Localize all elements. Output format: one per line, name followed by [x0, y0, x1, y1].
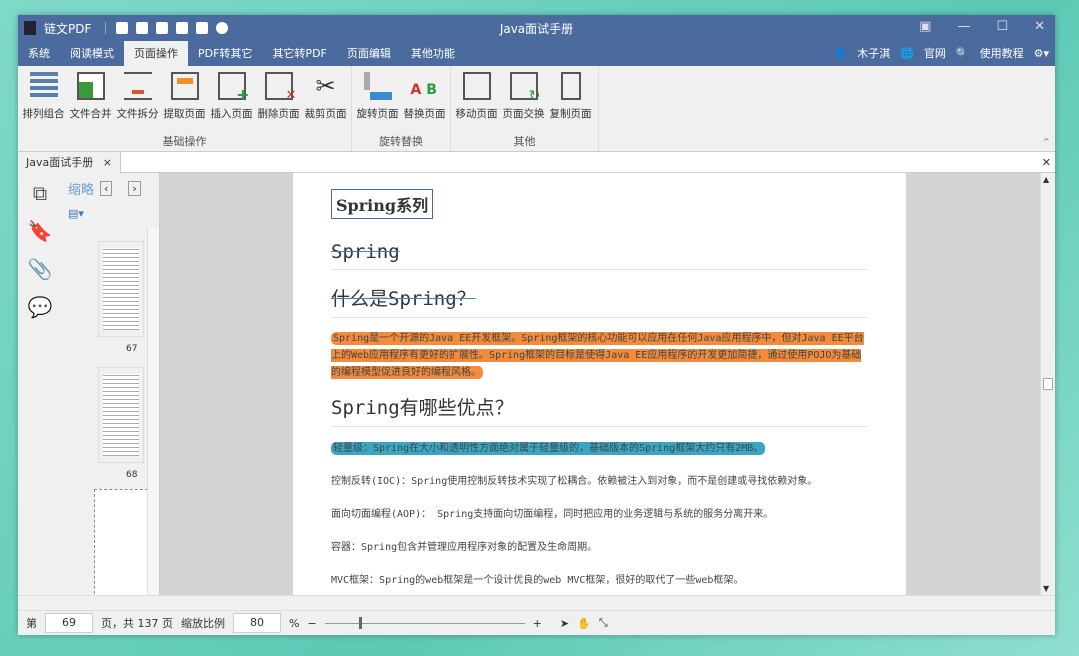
- title-bar: 链文PDF Java面试手册 ▣—☐✕: [18, 15, 1055, 41]
- panel-title: 缩略: [68, 179, 94, 198]
- arrange-icon: [30, 72, 58, 100]
- app-window: 链文PDF Java面试手册 ▣—☐✕ 系统 阅读模式 页面操作 PDF转其它 …: [18, 15, 1055, 635]
- list-item: 容器：Spring包含并管理应用程序对象的配置及生命周期。: [331, 538, 868, 553]
- heading-what-is-spring: 什么是Spring？: [331, 284, 868, 318]
- rotate-icon: [364, 72, 392, 100]
- highlighted-item: 轻量级：Spring在大小和透明性方面绝对属于轻量级的，基础版本的Spring框…: [331, 442, 765, 455]
- boxed-title: Spring系列: [331, 189, 433, 219]
- settings-gear-icon[interactable]: ⚙▾: [1034, 47, 1049, 60]
- tutorial-link[interactable]: 使用教程: [980, 45, 1024, 61]
- tab-pdf-to-other[interactable]: PDF转其它: [188, 41, 262, 66]
- thumbnail-page[interactable]: [98, 241, 144, 337]
- app-name: 链文PDF: [44, 20, 91, 37]
- save-as-icon[interactable]: [156, 22, 168, 34]
- page-number-input[interactable]: 69: [45, 613, 93, 633]
- website-icon: 🌐: [900, 47, 914, 60]
- close-tab-icon[interactable]: ×: [103, 156, 112, 169]
- document-view: Spring系列 Spring 什么是Spring？ Spring是一个开源的J…: [160, 173, 1040, 595]
- thumb-page-number: 67: [126, 344, 137, 354]
- user-icon: 👤: [834, 47, 848, 60]
- collapse-ribbon-icon[interactable]: ⌃: [1042, 136, 1051, 149]
- tab-other-functions[interactable]: 其他功能: [401, 41, 465, 66]
- swap-page-icon: ↻: [510, 72, 538, 100]
- list-item: MVC框架：Spring的web框架是一个设计优良的web MVC框架，很好的取…: [331, 571, 868, 586]
- page-prefix: 第: [26, 615, 37, 631]
- close-icon[interactable]: ✕: [1034, 19, 1045, 34]
- user-name[interactable]: 木子淇: [857, 45, 890, 61]
- menu-bar: 系统 阅读模式 页面操作 PDF转其它 其它转PDF 页面编辑 其他功能 👤 木子…: [18, 41, 1055, 66]
- open-icon[interactable]: [116, 22, 128, 34]
- hand-tool-icon[interactable]: ✋: [577, 617, 591, 630]
- close-all-icon[interactable]: ✕: [1042, 156, 1051, 169]
- tab-read-mode[interactable]: 阅读模式: [60, 41, 124, 66]
- thumbnail-page-current[interactable]: [94, 489, 148, 599]
- zoom-out-button[interactable]: −: [307, 617, 316, 630]
- app-logo-icon: [24, 21, 36, 35]
- bookmark-icon[interactable]: 🔖: [28, 219, 53, 243]
- open-folder-icon[interactable]: [136, 22, 148, 34]
- zoom-input[interactable]: 80: [233, 613, 281, 633]
- view-options-icon[interactable]: ▤▾: [68, 207, 84, 220]
- extract-icon: [171, 72, 199, 100]
- delete-icon: ✕: [265, 72, 293, 100]
- next-panel-button[interactable]: ›: [128, 181, 140, 196]
- save-icon[interactable]: [176, 22, 188, 34]
- left-toolbar: ⧉ 🔖 📎 💬: [18, 173, 62, 595]
- thumb-scrollbar[interactable]: [147, 227, 159, 595]
- select-cursor-icon[interactable]: ➤: [560, 617, 569, 630]
- thumbnail-panel: 缩略 ‹ › ▤▾ 67 68: [62, 173, 160, 595]
- prev-panel-button[interactable]: ‹: [100, 181, 112, 196]
- restore-icon[interactable]: ▣: [919, 19, 931, 34]
- horizontal-scrollbar[interactable]: [18, 595, 1055, 610]
- highlighted-paragraph: Spring是一个开源的Java EE开发框架。Spring框架的核心功能可以应…: [331, 332, 864, 379]
- vertical-scrollbar[interactable]: ▲ ▼: [1040, 173, 1055, 595]
- page-total: 页，共 137 页: [101, 615, 173, 631]
- group-other: 移动页面 ↻页面交换 复制页面 其他: [451, 66, 599, 151]
- thumbnail-page[interactable]: [98, 367, 144, 463]
- group-rotate: 旋转页面 A B替换页面 旋转替换: [352, 66, 451, 151]
- list-item: 控制反转(IOC)：Spring使用控制反转技术实现了松耦合。依赖被注入到对象，…: [331, 472, 868, 487]
- copy-page-icon: [561, 72, 581, 100]
- insert-icon: +: [218, 72, 246, 100]
- list-item: 面向切面编程(AOP)： Spring支持面向切面编程，同时把应用的业务逻辑与系…: [331, 505, 868, 520]
- move-page-icon: [463, 72, 491, 100]
- zoom-icon[interactable]: [216, 22, 228, 34]
- scroll-thumb[interactable]: [1043, 378, 1053, 390]
- tutorial-icon: 🔍: [956, 47, 970, 60]
- tab-system[interactable]: 系统: [18, 41, 60, 66]
- attachment-icon[interactable]: 📎: [28, 257, 53, 281]
- replace-icon: A B: [411, 72, 439, 100]
- merge-icon: [77, 72, 105, 100]
- print-icon[interactable]: [196, 22, 208, 34]
- doc-tab[interactable]: Java面试手册 ×: [18, 152, 121, 173]
- comment-icon[interactable]: 💬: [28, 295, 53, 319]
- tab-other-to-pdf[interactable]: 其它转PDF: [262, 41, 336, 66]
- scissors-icon: ✂: [312, 72, 340, 100]
- tab-page-edit[interactable]: 页面编辑: [337, 41, 401, 66]
- fit-page-icon[interactable]: ⤡: [599, 616, 608, 630]
- heading-advantages: Spring有哪些优点？: [331, 393, 868, 427]
- maximize-icon[interactable]: ☐: [996, 19, 1008, 34]
- status-bar: 第 69 页，共 137 页 缩放比例 80 % − + ➤ ✋ ⤡: [18, 610, 1055, 635]
- heading-spring: Spring: [331, 241, 868, 270]
- zoom-slider[interactable]: [325, 623, 525, 624]
- zoom-slider-handle[interactable]: [359, 617, 362, 629]
- quick-access-toolbar: [105, 22, 228, 34]
- tab-page-ops[interactable]: 页面操作: [124, 41, 188, 66]
- thumbnails-icon[interactable]: ⧉: [33, 181, 47, 205]
- percent-sign: %: [289, 617, 299, 630]
- pdf-page: Spring系列 Spring 什么是Spring？ Spring是一个开源的J…: [293, 173, 906, 595]
- website-link[interactable]: 官网: [924, 45, 946, 61]
- ribbon: 排列组合 文件合并 文件拆分 提取页面 +插入页面 ✕删除页面 ✂裁剪页面 基础…: [18, 66, 1055, 152]
- document-tabs: Java面试手册 × ✕: [18, 152, 1055, 173]
- split-icon: [124, 72, 152, 100]
- zoom-label: 缩放比例: [181, 615, 225, 631]
- zoom-in-button[interactable]: +: [533, 617, 542, 630]
- thumb-page-number: 68: [126, 470, 137, 480]
- minimize-icon[interactable]: —: [957, 19, 970, 34]
- group-basic: 排列组合 文件合并 文件拆分 提取页面 +插入页面 ✕删除页面 ✂裁剪页面 基础…: [18, 66, 352, 151]
